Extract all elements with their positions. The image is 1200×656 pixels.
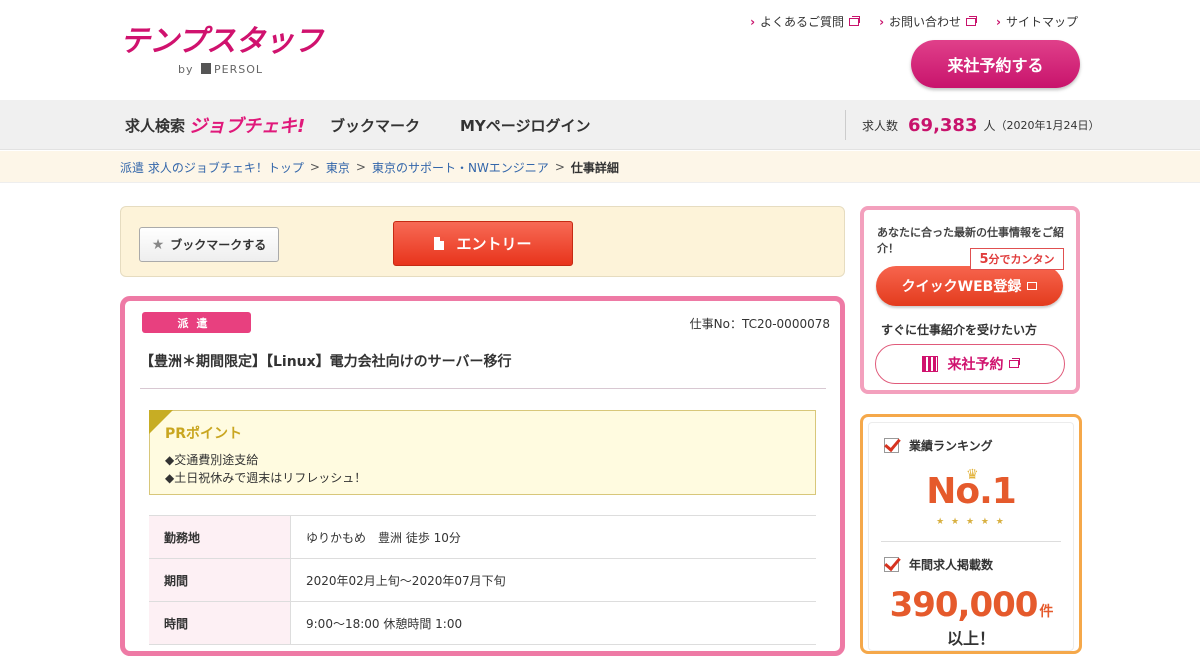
- job-detail-card: 派遣 仕事No：TC20-0000078 【豊洲＊期間限定】【Linux】電力会…: [120, 296, 845, 656]
- chevron-right-icon: ›: [750, 14, 756, 29]
- star-icon: ★: [151, 236, 165, 253]
- persol-mark-icon: [201, 63, 211, 74]
- logo-text: テンプスタッフ: [120, 24, 323, 59]
- breadcrumb-top-link[interactable]: 派遣 求人のジョブチェキ！トップ: [120, 159, 304, 176]
- job-count-date: （2020年1月24日）: [995, 119, 1100, 132]
- nav-bookmark[interactable]: ブックマーク: [330, 100, 420, 150]
- job-count: 求人数 69,383 人 （2020年1月24日）: [845, 110, 1100, 140]
- checkmark-icon: [884, 438, 899, 453]
- sidebar-visit-label: 来社予約: [947, 357, 1004, 373]
- bookmark-button-label: ブックマークする: [170, 238, 267, 252]
- employment-type-badge: 派遣: [142, 312, 251, 333]
- registration-box: あなたに合った最新の仕事情報をご紹介！ クイックWEB登録 5 分でカンタン すぐ…: [860, 206, 1080, 394]
- visit-reservation-button[interactable]: 来社予約する: [911, 40, 1080, 88]
- external-link-icon: [966, 15, 978, 26]
- breadcrumb-category-link[interactable]: 東京のサポート・NWエンジニア: [372, 159, 549, 176]
- breadcrumb: 派遣 求人のジョブチェキ！トップ > 東京 > 東京のサポート・NWエンジニア …: [0, 151, 1200, 183]
- global-nav: 求人検索 ジョブチェキ! ブックマーク MYページログイン 求人数 69,383…: [0, 100, 1200, 150]
- stars-decoration-icon: ★ ★ ★ ★ ★: [936, 517, 1006, 527]
- sitemap-link[interactable]: › サイトマップ: [996, 13, 1078, 30]
- logo-by: by: [178, 63, 194, 76]
- contact-link[interactable]: › お問い合わせ: [879, 13, 978, 30]
- breadcrumb-separator: >: [309, 160, 320, 174]
- entry-button[interactable]: エントリー: [393, 221, 573, 266]
- sitemap-link-label: サイトマップ: [1005, 15, 1078, 29]
- ranking-value: No.1: [926, 471, 1017, 512]
- nav-mypage-login[interactable]: MYページログイン: [460, 100, 591, 150]
- job-info-table: 勤務地 ゆりかもめ 豊洲 徒歩 10分 期間 2020年02月上旬～2020年0…: [149, 515, 816, 645]
- divider: [140, 388, 826, 389]
- pr-point: ◆交通費別途支給: [165, 453, 259, 467]
- job-count-value: 69,383: [908, 114, 978, 136]
- ranking-label: 業績ランキング: [909, 439, 993, 453]
- table-row: 勤務地 ゆりかもめ 豊洲 徒歩 10分: [149, 516, 816, 559]
- pr-points-box: PRポイント ◆交通費別途支給 ◆土日祝休みで週末はリフレッシュ！: [149, 410, 816, 495]
- faq-link[interactable]: › よくあるご質問: [750, 13, 861, 30]
- breadcrumb-separator: >: [554, 160, 565, 174]
- instant-intro-text: すぐに仕事紹介を受けたい方: [881, 323, 1038, 337]
- table-row: 期間 2020年02月上旬～2020年07月下旬: [149, 559, 816, 602]
- sidebar-visit-button[interactable]: 来社予約: [875, 344, 1065, 384]
- divider: [881, 541, 1061, 542]
- external-link-icon: [1008, 358, 1020, 368]
- contact-link-label: お問い合わせ: [889, 15, 962, 29]
- annual-value: 390,000: [889, 585, 1039, 625]
- five-minutes-text: 分でカンタン: [988, 253, 1055, 266]
- pr-point: ◆土日祝休みで週末はリフレッシュ！: [165, 471, 367, 485]
- external-link-icon: [849, 15, 861, 26]
- quick-web-register-label: クイックWEB登録: [901, 279, 1022, 295]
- five-minutes-num: 5: [979, 251, 989, 267]
- annual-more: 以上！: [946, 629, 995, 648]
- pr-title: PRポイント: [165, 426, 243, 442]
- site-header: テンプスタッフ by PERSOL › よくあるご質問 › お問い合わせ › サイトマ…: [0, 0, 1200, 100]
- nav-job-search-label: 求人検索: [125, 116, 186, 135]
- document-icon: [434, 237, 445, 250]
- bookmark-button[interactable]: ★ ブックマークする: [139, 227, 279, 262]
- logo-sub: by PERSOL: [178, 63, 263, 76]
- row-label: 勤務地: [149, 516, 291, 558]
- breadcrumb-current: 仕事詳細: [570, 160, 619, 175]
- building-icon: [921, 356, 938, 372]
- annual-label: 年間求人掲載数: [909, 558, 994, 572]
- row-value: 9:00～18:00 休憩時間 1:00: [306, 616, 463, 631]
- chevron-right-icon: ›: [879, 14, 885, 29]
- annual-count: 390,000 件: [869, 585, 1073, 625]
- breadcrumb-separator: >: [355, 160, 366, 174]
- breadcrumb-tokyo-link[interactable]: 東京: [326, 159, 350, 176]
- row-label: 時間: [149, 602, 291, 644]
- entry-button-label: エントリー: [456, 235, 532, 253]
- external-link-icon: [1027, 282, 1038, 290]
- quick-web-register-button[interactable]: クイックWEB登録: [876, 266, 1063, 306]
- job-number: 仕事No：TC20-0000078: [689, 317, 830, 331]
- row-value: ゆりかもめ 豊洲 徒歩 10分: [306, 530, 461, 545]
- job-count-unit: 人: [983, 118, 996, 133]
- nav-job-search[interactable]: 求人検索 ジョブチェキ!: [125, 100, 305, 150]
- ranking-heading: 業績ランキング: [884, 437, 993, 454]
- five-minutes-tag: 5 分でカンタン: [970, 248, 1064, 270]
- job-count-label: 求人数: [862, 118, 899, 133]
- faq-link-label: よくあるご質問: [760, 15, 845, 29]
- job-title: 【豊洲＊期間限定】【Linux】電力会社向けのサーバー移行: [140, 354, 512, 370]
- jobcheki-logo: ジョブチェキ!: [189, 116, 306, 137]
- logo-persol: PERSOL: [214, 63, 263, 76]
- annual-heading: 年間求人掲載数: [884, 556, 993, 573]
- top-links: › よくあるご質問 › お問い合わせ › サイトマップ: [750, 13, 1078, 30]
- checkmark-icon: [884, 557, 899, 572]
- job-action-bar: ★ ブックマークする エントリー: [120, 206, 845, 277]
- tempstaff-logo[interactable]: テンプスタッフ by PERSOL: [120, 24, 323, 77]
- row-value: 2020年02月上旬～2020年07月下旬: [306, 573, 506, 588]
- row-label: 期間: [149, 559, 291, 601]
- annual-unit: 件: [1039, 604, 1053, 620]
- chevron-right-icon: ›: [996, 14, 1001, 29]
- table-row: 時間 9:00～18:00 休憩時間 1:00: [149, 602, 816, 645]
- achievements-box: 業績ランキング ♛ No.1 ★ ★ ★ ★ ★ 年間求人掲載数 390,000…: [860, 414, 1082, 654]
